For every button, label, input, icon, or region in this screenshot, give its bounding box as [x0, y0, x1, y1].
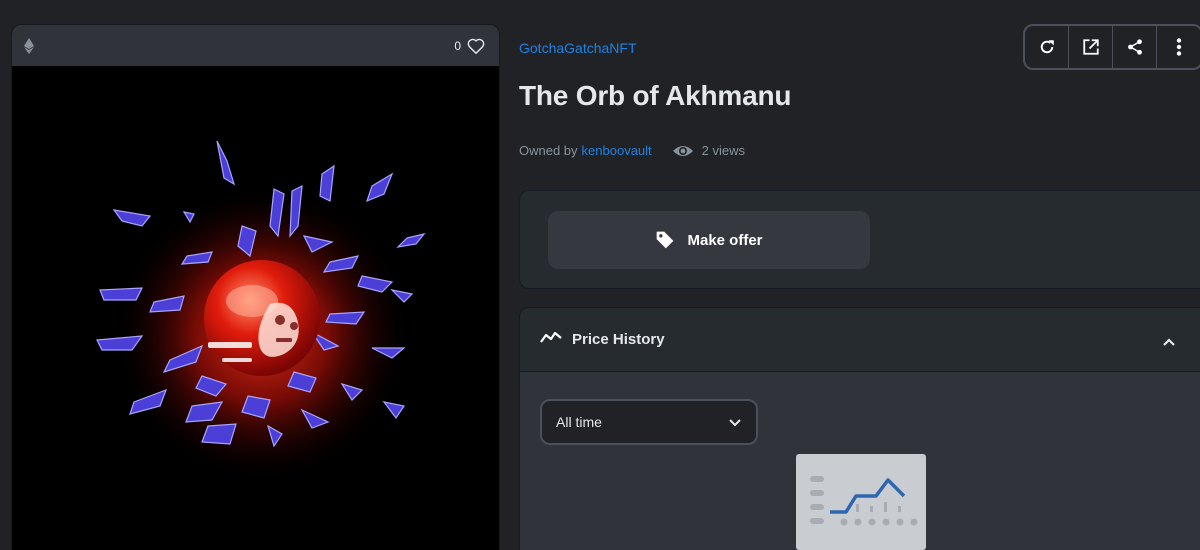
media-header: 0 [12, 25, 499, 66]
share-icon [1126, 38, 1144, 56]
favorite-control[interactable]: 0 [454, 38, 485, 54]
owned-by-label: Owned by [519, 143, 578, 158]
trending-line-icon [540, 330, 562, 349]
collection-link[interactable]: GotchaGatchaNFT [519, 40, 637, 56]
time-range-value: All time [556, 414, 602, 430]
item-toolbar [1023, 24, 1200, 70]
time-range-select[interactable]: All time [540, 399, 758, 445]
nft-image[interactable] [12, 66, 499, 550]
make-offer-label: Make offer [687, 231, 763, 249]
refresh-button[interactable] [1025, 26, 1069, 68]
price-history-header[interactable]: Price History [520, 308, 1200, 372]
make-offer-button[interactable]: Make offer [548, 211, 870, 269]
price-history-title: Price History [572, 331, 665, 348]
open-external-button[interactable] [1069, 26, 1113, 68]
chevron-up-icon[interactable] [1162, 334, 1176, 352]
owner-link[interactable]: kenboovault [582, 143, 652, 158]
price-history-body: All time [520, 372, 1200, 550]
refresh-icon [1038, 38, 1056, 56]
more-vertical-icon [1176, 38, 1182, 56]
view-count: 2 views [672, 143, 745, 158]
chevron-down-icon [728, 414, 742, 430]
ethereum-icon [24, 37, 34, 54]
item-title: The Orb of Akhmanu [519, 80, 792, 111]
nft-item-page: 0 GotchaGatchaNFT The Orb of Akhmanu Own… [0, 0, 1200, 550]
views-text: 2 views [701, 143, 746, 158]
owner-line: Owned by kenboovault 2 views [519, 143, 745, 158]
tag-icon [655, 230, 675, 250]
share-button[interactable] [1113, 26, 1157, 68]
no-data-chart-placeholder [796, 454, 926, 550]
favorite-count: 0 [454, 38, 461, 53]
heart-icon[interactable] [467, 38, 485, 54]
eye-icon [672, 144, 694, 158]
more-options-button[interactable] [1157, 26, 1200, 68]
offer-panel: Make offer [519, 190, 1200, 289]
media-card: 0 [11, 24, 500, 550]
price-history-panel: Price History All time [519, 307, 1200, 550]
external-link-icon [1082, 38, 1100, 56]
